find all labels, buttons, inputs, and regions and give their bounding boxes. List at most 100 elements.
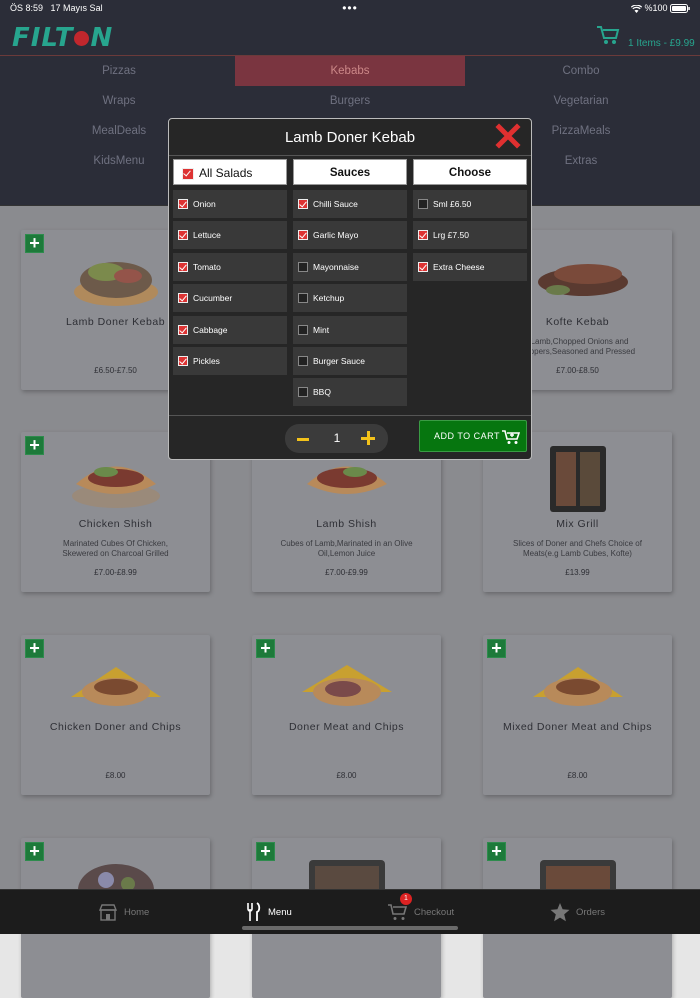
product-description: Cubes of Lamb,Marinated in an Olive Oil,…	[280, 539, 413, 558]
category-burgers[interactable]: Burgers	[235, 86, 465, 116]
plus-icon[interactable]	[361, 431, 375, 445]
checkbox[interactable]	[298, 293, 308, 304]
checkbox[interactable]	[418, 199, 428, 209]
category-pizzas[interactable]: Pizzas	[4, 56, 234, 86]
option-tomato[interactable]: Tomato	[173, 252, 287, 281]
product-name: Chicken Shish	[78, 518, 153, 530]
option-extra-cheese[interactable]: Extra Cheese	[413, 252, 527, 281]
checkbox[interactable]	[178, 293, 188, 304]
food-image	[538, 264, 628, 296]
product-price: £13.99	[565, 568, 590, 577]
option-burger-sauce[interactable]: Burger Sauce	[293, 346, 407, 375]
all-salads-toggle[interactable]: All Salads	[173, 159, 287, 185]
option-onion[interactable]: Onion	[173, 190, 287, 218]
product-name: Doner Meat and Chips	[288, 721, 405, 733]
add-icon[interactable]: +	[256, 639, 275, 658]
checkbox[interactable]	[178, 355, 188, 366]
food-image	[74, 262, 158, 306]
checkbox[interactable]	[178, 261, 188, 272]
checkbox[interactable]	[298, 355, 308, 366]
option-cabbage[interactable]: Cabbage	[173, 315, 287, 344]
checkbox[interactable]	[418, 230, 428, 241]
option-chilli-sauce[interactable]: Chilli Sauce	[293, 190, 407, 218]
food-image	[302, 665, 392, 706]
cart-icon	[388, 904, 408, 920]
filton-logo[interactable]: FILT N	[12, 23, 113, 53]
add-icon[interactable]: +	[487, 842, 506, 861]
product-price: £8.00	[567, 771, 588, 780]
status-right: %100	[570, 3, 690, 14]
cart-summary[interactable]: 1 Items - £9.99	[628, 38, 695, 49]
option-mayonnaise[interactable]: Mayonnaise	[293, 252, 407, 281]
product-name: Chicken Doner and Chips	[49, 721, 182, 733]
checkbox[interactable]	[298, 261, 308, 272]
battery-icon	[670, 4, 690, 14]
cart-icon[interactable]	[596, 24, 620, 46]
add-icon[interactable]: +	[487, 639, 506, 658]
choose-column: Choose Sml £6.50 Lrg £7.50 Extra Cheese	[413, 159, 527, 284]
sauces-header: Sauces	[293, 159, 407, 185]
checkbox[interactable]	[182, 167, 194, 180]
checkout-badge: 1	[400, 893, 412, 905]
cart-add-icon	[502, 430, 520, 444]
option-mint[interactable]: Mint	[293, 315, 407, 344]
checkbox[interactable]	[418, 261, 428, 272]
category-vegetarian[interactable]: Vegetarian	[466, 86, 696, 116]
add-icon[interactable]: +	[25, 639, 44, 658]
checkbox[interactable]	[178, 230, 188, 241]
options-dialog: Lamb Doner Kebab All Salads Onion Lettuc…	[168, 118, 532, 460]
tab-home[interactable]: Home	[98, 900, 149, 924]
tab-orders[interactable]: Orders	[550, 900, 605, 924]
dialog-title: Lamb Doner Kebab	[169, 119, 531, 156]
home-indicator[interactable]	[242, 926, 458, 930]
option-bbq[interactable]: BBQ	[293, 378, 407, 407]
quantity-stepper: 1	[285, 424, 388, 453]
category-kebabs[interactable]: Kebabs	[235, 56, 465, 86]
checkbox[interactable]	[298, 387, 308, 398]
food-image	[550, 446, 606, 512]
product-card[interactable]: + Chicken Doner and Chips £8.00	[21, 635, 210, 795]
add-icon[interactable]: +	[256, 842, 275, 861]
add-icon[interactable]: +	[25, 234, 44, 253]
add-icon[interactable]: +	[25, 842, 44, 861]
product-card[interactable]: + Doner Meat and Chips £8.00	[252, 635, 441, 795]
product-name: Lamb Shish	[316, 518, 377, 530]
status-time: ÖS 8:59 17 Mayıs Sal	[10, 3, 103, 13]
option-pickles[interactable]: Pickles	[173, 346, 287, 375]
checkbox[interactable]	[178, 199, 188, 209]
category-combo[interactable]: Combo	[466, 56, 696, 86]
product-card[interactable]: + Mixed Doner Meat and Chips £8.00	[483, 635, 672, 795]
option-small[interactable]: Sml £6.50	[413, 190, 527, 218]
quantity-value: 1	[333, 431, 341, 445]
food-image	[533, 667, 623, 706]
tab-checkout[interactable]: 1 Checkout	[388, 893, 454, 924]
minus-icon[interactable]	[297, 438, 309, 441]
product-description: Slices of Doner and Chefs Choice of Meat…	[513, 539, 642, 558]
add-to-cart-button[interactable]: ADD TO CART	[419, 420, 527, 452]
option-large[interactable]: Lrg £7.50	[413, 221, 527, 250]
option-lettuce[interactable]: Lettuce	[173, 221, 287, 250]
option-garlic-mayo[interactable]: Garlic Mayo	[293, 221, 407, 250]
close-icon[interactable]	[495, 123, 521, 149]
food-image	[72, 466, 160, 508]
store-icon	[98, 904, 118, 921]
option-ketchup[interactable]: Ketchup	[293, 284, 407, 313]
choose-header: Choose	[413, 159, 527, 185]
dialog-footer: 1 ADD TO CART	[169, 415, 531, 459]
multitasking-dots[interactable]: •••	[130, 2, 570, 14]
checkbox[interactable]	[298, 230, 308, 241]
category-wraps[interactable]: Wraps	[4, 86, 234, 116]
product-price: £8.00	[105, 771, 126, 780]
wifi-icon	[630, 4, 643, 13]
add-icon[interactable]: +	[25, 436, 44, 455]
tab-menu[interactable]: Menu	[246, 900, 292, 924]
star-icon	[550, 902, 570, 921]
option-cucumber[interactable]: Cucumber	[173, 284, 287, 313]
food-image	[71, 667, 161, 706]
checkbox[interactable]	[298, 324, 308, 335]
product-price: £7.00-£9.99	[325, 568, 368, 577]
checkbox[interactable]	[298, 199, 308, 209]
checkbox[interactable]	[178, 324, 188, 335]
product-price: £7.00-£8.99	[94, 568, 137, 577]
product-price: £8.00	[336, 771, 357, 780]
